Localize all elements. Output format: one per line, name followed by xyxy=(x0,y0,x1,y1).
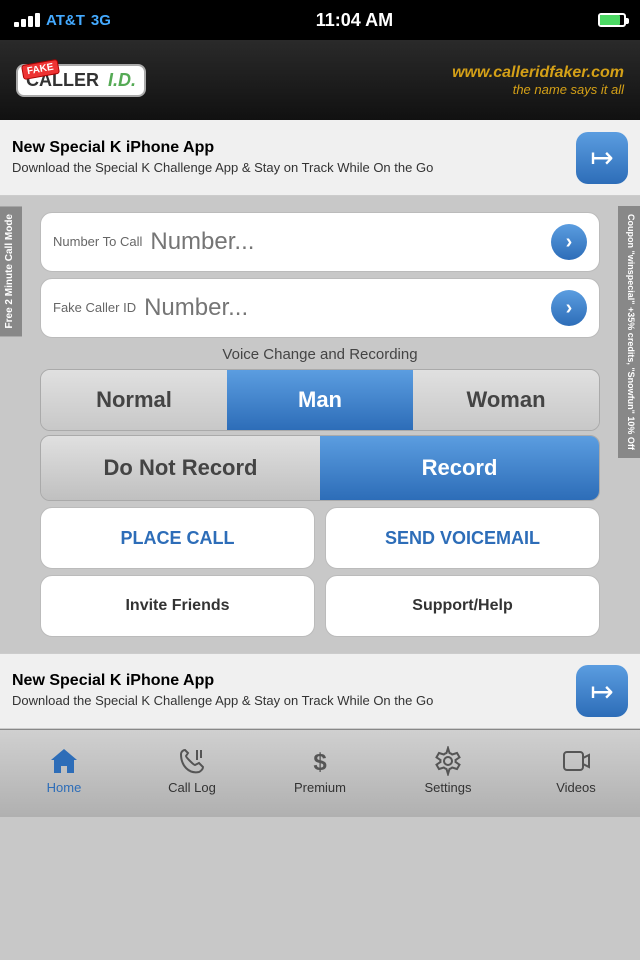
tab-home-label: Home xyxy=(47,780,82,795)
carrier-label: AT&T xyxy=(46,12,85,29)
tab-videos[interactable]: Videos xyxy=(512,730,640,817)
tab-call-log[interactable]: Call Log xyxy=(128,730,256,817)
number-to-call-arrow[interactable]: › xyxy=(551,224,587,260)
voice-normal-button[interactable]: Normal xyxy=(41,370,227,430)
status-left: AT&T 3G xyxy=(14,12,111,29)
tab-settings[interactable]: Settings xyxy=(384,730,512,817)
invite-friends-button[interactable]: Invite Friends xyxy=(40,575,315,637)
app-logo: FAKE CALLER I.D. xyxy=(16,64,146,97)
number-to-call-input[interactable] xyxy=(142,228,551,256)
app-header: FAKE CALLER I.D. www.calleridfaker.com t… xyxy=(0,40,640,120)
do-not-record-button[interactable]: Do Not Record xyxy=(41,436,320,500)
tab-premium[interactable]: $ Premium xyxy=(256,730,384,817)
number-to-call-label: Number To Call xyxy=(53,234,142,251)
bottom-ad-desc: Download the Special K Challenge App & S… xyxy=(12,693,566,710)
chevron-right-icon-2: › xyxy=(566,297,573,320)
bottom-ad-title: New Special K iPhone App xyxy=(12,672,566,690)
coupon-strip: Coupon "winspecial" +35% credits, "Snowf… xyxy=(618,206,640,458)
status-time: 11:04 AM xyxy=(316,10,393,31)
logo-id: I.D. xyxy=(108,70,136,91)
status-bar: AT&T 3G 11:04 AM xyxy=(0,0,640,40)
bottom-ad-share-button[interactable]: ↦ xyxy=(576,665,628,717)
record-button[interactable]: Record xyxy=(320,436,599,500)
send-voicemail-button[interactable]: SEND VOICEMAIL xyxy=(325,507,600,569)
settings-icon xyxy=(433,746,463,776)
header-right: www.calleridfaker.com the name says it a… xyxy=(452,64,624,97)
bottom-ad-banner: New Special K iPhone App Download the Sp… xyxy=(0,653,640,729)
place-call-button[interactable]: PLACE CALL xyxy=(40,507,315,569)
number-to-call-group: Number To Call › xyxy=(40,212,600,272)
record-toggle-group: Do Not Record Record xyxy=(40,435,600,501)
header-tagline: the name says it all xyxy=(452,82,624,97)
tab-call-log-label: Call Log xyxy=(168,780,216,795)
videos-icon xyxy=(561,746,591,776)
logo-container: FAKE CALLER I.D. xyxy=(16,64,146,97)
call-log-icon xyxy=(177,746,207,776)
chevron-right-icon: › xyxy=(566,231,573,254)
svg-text:$: $ xyxy=(313,749,327,776)
top-ad-title: New Special K iPhone App xyxy=(12,139,566,157)
top-ad-share-button[interactable]: ↦ xyxy=(576,132,628,184)
top-ad-desc: Download the Special K Challenge App & S… xyxy=(12,160,566,177)
fake-caller-id-input[interactable] xyxy=(136,294,551,322)
home-icon xyxy=(49,746,79,776)
battery-icon xyxy=(598,13,626,27)
top-ad-text: New Special K iPhone App Download the Sp… xyxy=(12,139,566,177)
share-icon: ↦ xyxy=(590,141,613,174)
side-label: Free 2 Minute Call Mode xyxy=(0,206,22,336)
main-content: Free 2 Minute Call Mode Coupon "winspeci… xyxy=(0,196,640,653)
share-icon-bottom: ↦ xyxy=(590,675,613,708)
voice-woman-button[interactable]: Woman xyxy=(413,370,599,430)
tab-settings-label: Settings xyxy=(425,780,472,795)
secondary-action-row: Invite Friends Support/Help xyxy=(40,575,600,637)
tab-premium-label: Premium xyxy=(294,780,346,795)
support-help-button[interactable]: Support/Help xyxy=(325,575,600,637)
tab-bar: Home Call Log $ Premium Settings Videos xyxy=(0,729,640,817)
top-ad-banner: New Special K iPhone App Download the Sp… xyxy=(0,120,640,196)
voice-toggle-group: Normal Man Woman xyxy=(40,369,600,431)
signal-icon xyxy=(14,13,40,27)
primary-action-row: PLACE CALL SEND VOICEMAIL xyxy=(40,507,600,569)
tab-videos-label: Videos xyxy=(556,780,596,795)
status-right xyxy=(598,13,626,27)
fake-caller-id-group: Fake Caller ID › xyxy=(40,278,600,338)
fake-caller-id-arrow[interactable]: › xyxy=(551,290,587,326)
bottom-ad-text: New Special K iPhone App Download the Sp… xyxy=(12,672,566,710)
network-label: 3G xyxy=(91,12,111,29)
fake-caller-id-label: Fake Caller ID xyxy=(53,300,136,317)
tab-home[interactable]: Home xyxy=(0,730,128,817)
voice-man-button[interactable]: Man xyxy=(227,370,413,430)
voice-change-title: Voice Change and Recording xyxy=(40,346,600,363)
header-url: www.calleridfaker.com xyxy=(452,64,624,82)
premium-icon: $ xyxy=(305,746,335,776)
